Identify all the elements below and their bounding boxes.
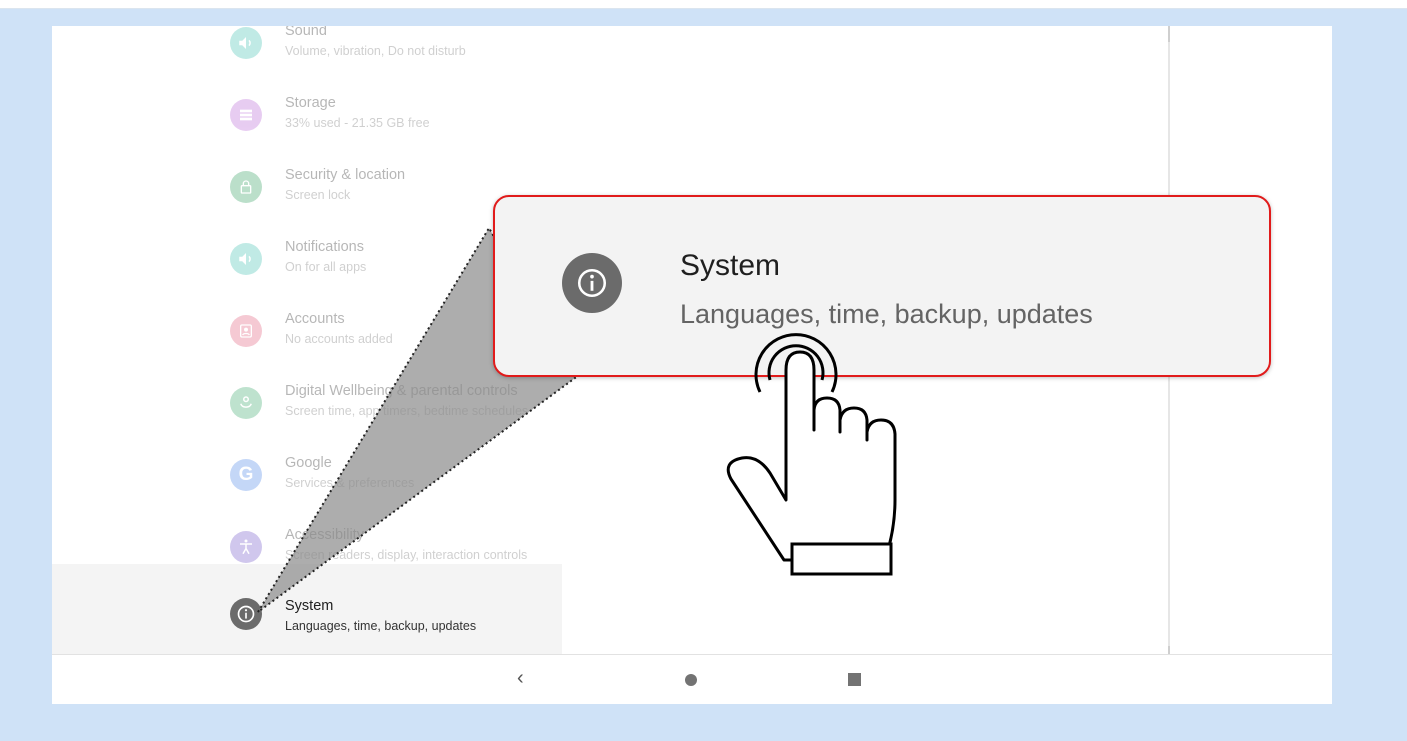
home-icon[interactable] [685, 674, 697, 686]
settings-item-subtitle: On for all apps [285, 260, 367, 274]
settings-item-subtitle: Languages, time, backup, updates [285, 619, 477, 633]
google-icon: G [230, 459, 262, 491]
account-icon [230, 315, 262, 347]
settings-item-title: Accessibility [285, 527, 364, 543]
settings-item-subtitle: 33% used - 21.35 GB free [285, 116, 430, 130]
bell-icon [230, 243, 262, 275]
settings-item-system[interactable]: System Languages, time, backup, updates [52, 564, 562, 654]
settings-item-google[interactable]: G Google Services & preferences [52, 454, 562, 526]
settings-item-title: System [285, 598, 334, 614]
settings-item-title: Storage [285, 95, 336, 111]
info-icon [230, 598, 262, 630]
settings-item-subtitle: No accounts added [285, 332, 393, 346]
settings-list: Sound Volume, vibration, Do not disturb … [52, 26, 562, 654]
settings-item-subtitle: Services & preferences [285, 476, 415, 490]
storage-icon [230, 99, 262, 131]
settings-item-security[interactable]: Security & location Screen lock [52, 166, 562, 238]
settings-item-subtitle: Screen readers, display, interaction con… [285, 548, 528, 562]
settings-item-title: Digital Wellbeing & parental controls [285, 383, 518, 399]
settings-item-title: Sound [285, 26, 327, 39]
settings-item-accounts[interactable]: Accounts No accounts added [52, 310, 562, 382]
settings-item-storage[interactable]: Storage 33% used - 21.35 GB free [52, 94, 562, 166]
zoom-callout: System Languages, time, backup, updates [493, 195, 1271, 377]
settings-item-notifications[interactable]: Notifications On for all apps [52, 238, 562, 310]
accessibility-icon [230, 531, 262, 563]
top-border [0, 0, 1407, 9]
settings-item-sound[interactable]: Sound Volume, vibration, Do not disturb [52, 26, 562, 94]
back-icon[interactable]: ‹ [517, 667, 524, 690]
volume-icon [230, 27, 262, 59]
recents-icon[interactable] [848, 673, 861, 686]
scroll-divider-top [1168, 26, 1170, 42]
callout-subtitle: Languages, time, backup, updates [680, 299, 1093, 329]
lock-icon [230, 171, 262, 203]
settings-item-title: Accounts [285, 311, 345, 327]
info-icon [562, 253, 622, 313]
callout-title: System [680, 249, 781, 282]
scroll-divider-bottom [1168, 646, 1170, 654]
settings-item-subtitle: Screen lock [285, 188, 351, 202]
settings-item-digital-wellbeing[interactable]: Digital Wellbeing & parental controls Sc… [52, 382, 562, 454]
navigation-bar: ‹ [52, 654, 1332, 704]
settings-item-title: Google [285, 455, 332, 471]
wellbeing-icon [230, 387, 262, 419]
settings-item-subtitle: Volume, vibration, Do not disturb [285, 44, 466, 58]
settings-item-subtitle: Screen time, app timers, bedtime schedul… [285, 404, 529, 418]
settings-item-title: Notifications [285, 239, 364, 255]
settings-item-title: Security & location [285, 167, 406, 183]
